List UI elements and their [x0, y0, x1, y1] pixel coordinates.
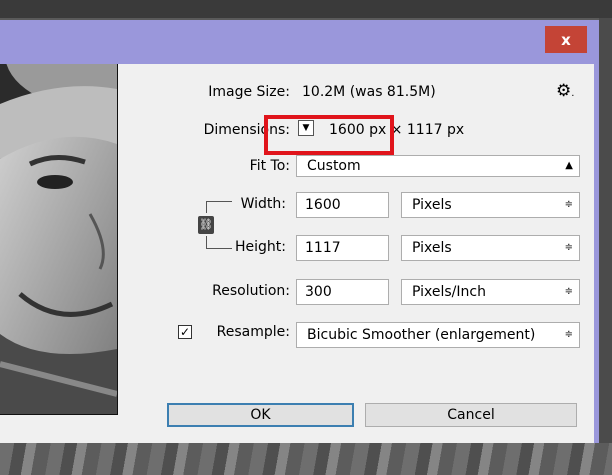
width-label: Width: [240, 196, 286, 212]
height-label: Height: [235, 239, 286, 255]
resolution-unit-value: Pixels/Inch [412, 284, 486, 300]
preview-photo [0, 64, 117, 414]
resolution-unit-select[interactable]: Pixels/Inch ≑ [401, 279, 580, 305]
resolution-label: Resolution: [212, 283, 290, 299]
select-arrows-icon: ≑ [564, 286, 573, 297]
resolution-input[interactable]: 300 [296, 279, 389, 305]
ok-button[interactable]: OK [167, 403, 354, 427]
select-arrows-icon: ≑ [564, 329, 573, 340]
gear-icon[interactable]: ⚙. [556, 81, 574, 101]
resample-method-select[interactable]: Bicubic Smoother (enlargement) ≑ [296, 322, 580, 348]
background-right [599, 18, 612, 458]
image-size-dialog: x Image Size: 10.2M (was 81.5M) ⚙. Dimen… [0, 20, 599, 443]
close-icon: x [561, 30, 571, 49]
fit-to-value: Custom [307, 158, 361, 174]
constraint-line-top-vertical [206, 201, 207, 213]
resample-label: Resample: [216, 324, 290, 340]
width-input[interactable]: 1600 [296, 192, 389, 218]
select-arrows-icon: ≑ [564, 242, 573, 253]
constraint-line-bottom [206, 248, 232, 249]
fit-to-select[interactable]: Custom ▲ [296, 155, 580, 177]
constraint-line-top [206, 201, 232, 202]
resample-checkbox[interactable]: ✓ [178, 325, 192, 339]
height-unit-select[interactable]: Pixels ≑ [401, 235, 580, 261]
width-unit-select[interactable]: Pixels ≑ [401, 192, 580, 218]
cancel-button[interactable]: Cancel [365, 403, 577, 427]
height-input[interactable]: 1117 [296, 235, 389, 261]
constraint-line-bottom-vertical [206, 236, 207, 248]
resample-method-value: Bicubic Smoother (enlargement) [307, 327, 536, 343]
width-highlight-annotation [264, 115, 394, 155]
height-unit-value: Pixels [412, 240, 452, 256]
select-arrows-icon: ▲ [565, 160, 573, 171]
background-canvas-bottom [0, 443, 612, 475]
background-top [0, 0, 612, 18]
fit-to-label: Fit To: [249, 158, 290, 174]
image-size-value: 10.2M (was 81.5M) [302, 84, 436, 100]
dialog-titlebar[interactable]: x [0, 20, 599, 58]
image-size-label: Image Size: [208, 84, 290, 100]
width-unit-value: Pixels [412, 197, 452, 213]
close-button[interactable]: x [545, 26, 587, 53]
image-preview[interactable] [0, 64, 118, 415]
link-icon[interactable]: ⛓ [198, 216, 214, 234]
select-arrows-icon: ≑ [564, 199, 573, 210]
